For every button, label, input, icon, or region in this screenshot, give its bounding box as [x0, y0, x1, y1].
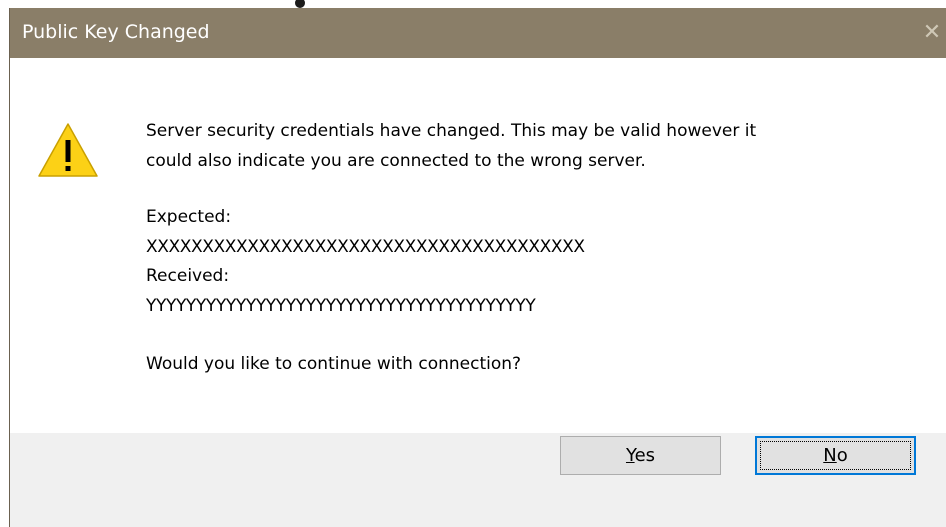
warning-icon — [38, 123, 98, 177]
background-dot — [295, 0, 305, 8]
yes-button-label: Yes — [626, 445, 655, 466]
message-line-2: could also indicate you are connected to… — [146, 151, 646, 171]
title-bar[interactable]: Public Key Changed ✕ — [10, 8, 946, 58]
yes-button[interactable]: Yes — [560, 436, 721, 475]
no-label-rest: o — [836, 445, 848, 466]
expected-label: Expected: — [146, 207, 232, 227]
close-icon[interactable]: ✕ — [917, 8, 946, 58]
continue-question: Would you like to continue with connecti… — [146, 354, 522, 374]
dialog-content: Server security credentials have changed… — [10, 58, 946, 433]
received-value: YYYYYYYYYYYYYYYYYYYYYYYYYYYYYYYYYYYYYYY — [146, 296, 536, 316]
yes-accelerator: Y — [625, 445, 635, 466]
message-line-1: Server security credentials have changed… — [146, 121, 757, 141]
expected-value: XXXXXXXXXXXXXXXXXXXXXXXXXXXXXXXXXXXXXXX — [146, 237, 585, 257]
public-key-changed-dialog: Public Key Changed ✕ Server security cre… — [9, 8, 946, 527]
no-accelerator: N — [823, 445, 837, 466]
dialog-title: Public Key Changed — [22, 21, 210, 43]
no-button[interactable]: No — [755, 436, 916, 475]
received-label: Received: — [146, 266, 230, 286]
no-button-label: No — [823, 445, 847, 466]
background-strip — [0, 0, 946, 8]
yes-label-rest: es — [634, 445, 656, 466]
